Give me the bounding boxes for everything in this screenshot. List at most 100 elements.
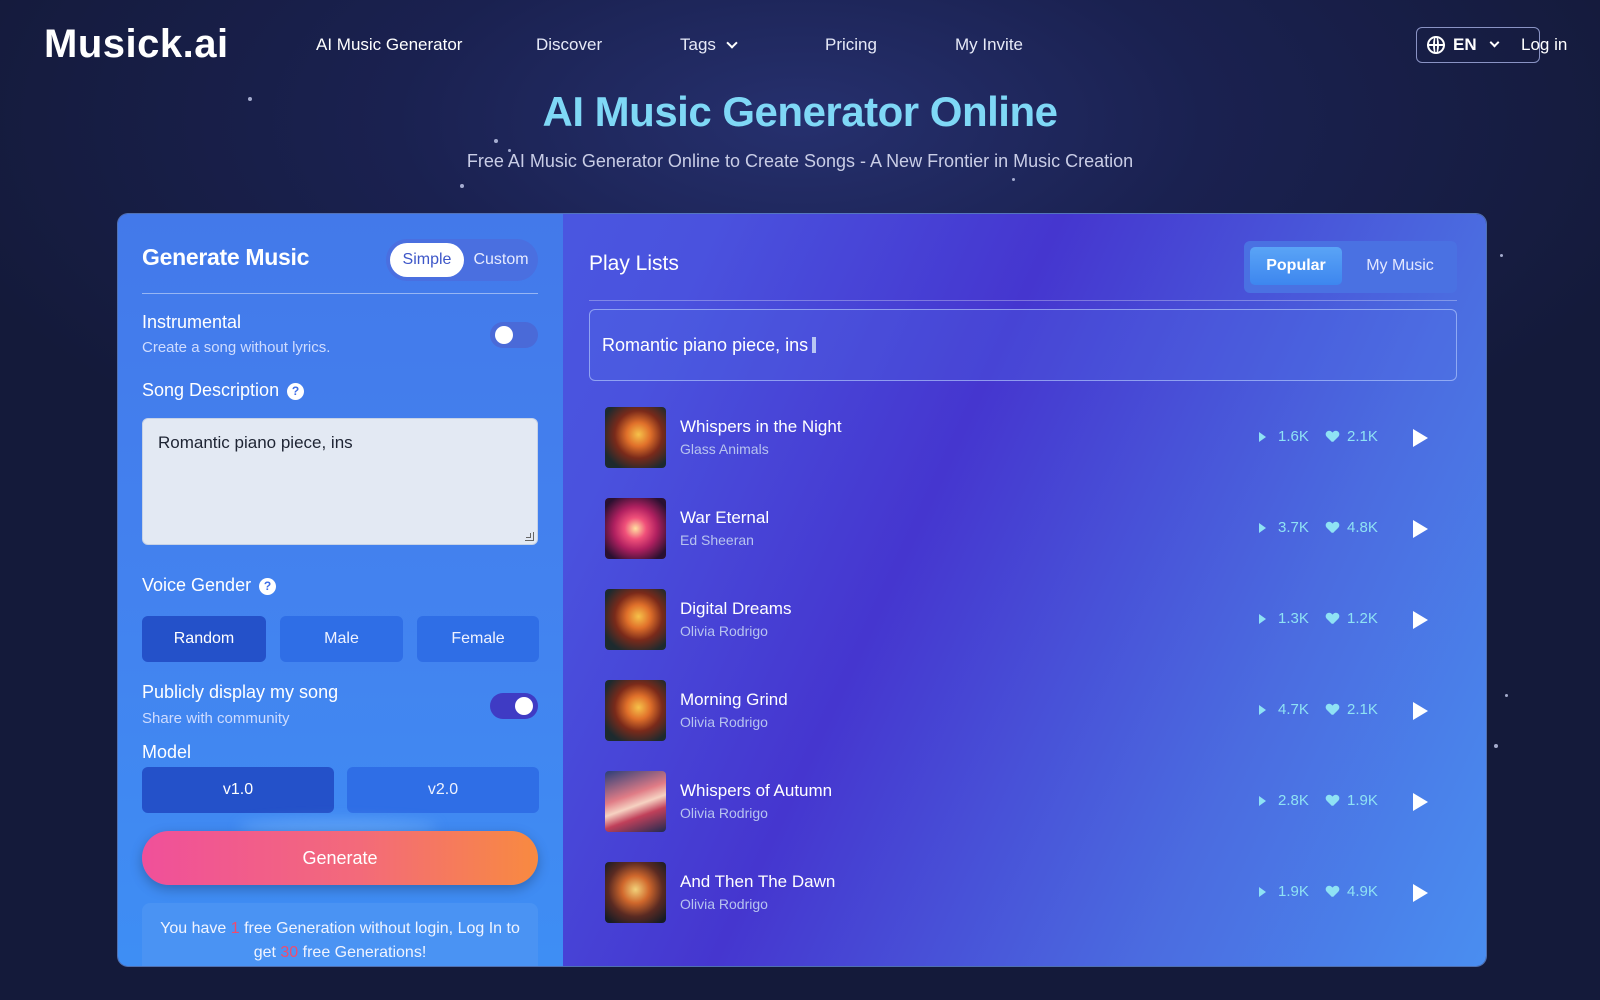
track-plays-value: 1.3K: [1278, 610, 1309, 627]
public-display-label: Publicly display my song: [142, 682, 339, 702]
track-plays: 1.3K: [1259, 610, 1309, 627]
play-count-icon: [1259, 431, 1266, 442]
track-artist: Olivia Rodrigo: [680, 805, 768, 821]
track-likes-value: 1.9K: [1347, 792, 1378, 809]
playlist-title: Play Lists: [589, 252, 679, 275]
track-likes-value: 2.1K: [1347, 701, 1378, 718]
playlist-tabs: Popular My Music: [1244, 241, 1457, 293]
track-plays-value: 1.9K: [1278, 883, 1309, 900]
track-row[interactable]: Whispers of Autumn Olivia Rodrigo 2.8K 1…: [605, 771, 1435, 833]
model-v1-button[interactable]: v1.0: [142, 767, 334, 813]
top-nav: Musick.ai AI Music Generator Discover Ta…: [0, 0, 1600, 90]
logo[interactable]: Musick.ai: [44, 22, 229, 67]
track-plays-value: 2.8K: [1278, 792, 1309, 809]
notice-text-3: free Generations!: [298, 944, 427, 961]
instrumental-label: Instrumental: [142, 312, 242, 332]
mode-simple-button[interactable]: Simple: [390, 243, 464, 277]
track-artist: Olivia Rodrigo: [680, 714, 768, 730]
play-icon[interactable]: [1413, 884, 1428, 902]
play-count-icon: [1259, 613, 1266, 624]
nav-link-tags[interactable]: Tags: [680, 35, 738, 55]
tab-popular[interactable]: Popular: [1250, 247, 1342, 285]
notice-count-login: 30: [280, 944, 299, 961]
page-title: AI Music Generator Online: [542, 88, 1058, 135]
track-likes-value: 1.2K: [1347, 610, 1378, 627]
play-icon[interactable]: [1413, 702, 1428, 720]
play-icon[interactable]: [1413, 793, 1428, 811]
song-description-value: Romantic piano piece, ins: [158, 433, 353, 452]
voice-female-button[interactable]: Female: [417, 616, 539, 662]
voice-gender-label: Voice Gender?: [142, 575, 277, 596]
track-row[interactable]: Morning Grind Olivia Rodrigo 4.7K 2.1K: [605, 680, 1435, 742]
track-artist: Olivia Rodrigo: [680, 623, 768, 639]
song-description-label-text: Song Description: [142, 380, 280, 400]
main-panel: Generate Music Simple Custom Instrumenta…: [118, 214, 1486, 966]
track-title[interactable]: Whispers in the Night: [680, 417, 842, 437]
star-decoration: [460, 184, 464, 188]
public-display-hint: Share with community: [142, 710, 290, 727]
instrumental-toggle[interactable]: [490, 322, 538, 348]
track-plays: 3.7K: [1259, 519, 1309, 536]
track-row[interactable]: And Then The Dawn Olivia Rodrigo 1.9K 4.…: [605, 862, 1435, 924]
star-decoration: [1494, 744, 1498, 748]
voice-male-button[interactable]: Male: [280, 616, 403, 662]
nav-link-discover[interactable]: Discover: [536, 35, 602, 55]
track-plays: 1.9K: [1259, 883, 1309, 900]
track-plays: 4.7K: [1259, 701, 1309, 718]
track-title[interactable]: War Eternal: [680, 508, 769, 528]
toggle-knob: [495, 326, 513, 344]
track-likes-value: 2.1K: [1347, 428, 1378, 445]
track-plays: 1.6K: [1259, 428, 1309, 445]
heart-icon: [1326, 704, 1339, 716]
play-count-icon: [1259, 886, 1266, 897]
chevron-down-icon: [1489, 37, 1500, 47]
play-icon[interactable]: [1413, 611, 1428, 629]
nav-link-pricing[interactable]: Pricing: [825, 35, 877, 55]
track-cover-image: [605, 862, 666, 923]
track-cover-image: [605, 680, 666, 741]
track-row[interactable]: Whispers in the Night Glass Animals 1.6K…: [605, 407, 1435, 469]
track-row[interactable]: War Eternal Ed Sheeran 3.7K 4.8K: [605, 498, 1435, 560]
play-icon[interactable]: [1413, 429, 1428, 447]
page-subtitle: Free AI Music Generator Online to Create…: [466, 151, 1134, 171]
tab-my-music[interactable]: My Music: [1348, 247, 1452, 285]
mode-custom-button[interactable]: Custom: [464, 243, 538, 277]
login-link[interactable]: Log in: [1521, 35, 1567, 55]
generate-button[interactable]: Generate: [142, 831, 538, 885]
track-plays-value: 1.6K: [1278, 428, 1309, 445]
public-display-toggle[interactable]: [490, 693, 538, 719]
globe-icon: [1427, 36, 1445, 54]
mode-toggle: Simple Custom: [386, 239, 538, 281]
help-icon[interactable]: ?: [259, 578, 277, 595]
track-artist: Olivia Rodrigo: [680, 896, 768, 912]
nav-link-my-invite[interactable]: My Invite: [955, 35, 1023, 55]
track-title[interactable]: Morning Grind: [680, 690, 788, 710]
track-plays-value: 3.7K: [1278, 519, 1309, 536]
track-artist: Glass Animals: [680, 441, 769, 457]
star-decoration: [494, 139, 498, 143]
track-title[interactable]: And Then The Dawn: [680, 872, 835, 892]
playlist-search-input[interactable]: Romantic piano piece, ins: [589, 309, 1457, 381]
track-cover-image: [605, 498, 666, 559]
heart-icon: [1326, 522, 1339, 534]
nav-link-ai-music-generator[interactable]: AI Music Generator: [316, 35, 462, 55]
help-icon[interactable]: ?: [287, 383, 305, 400]
resize-handle-icon[interactable]: [525, 532, 534, 541]
track-title[interactable]: Whispers of Autumn: [680, 781, 832, 801]
free-generation-notice: You have 1 free Generation without login…: [142, 903, 538, 966]
track-likes: 2.1K: [1326, 428, 1378, 445]
nav-link-tags-label: Tags: [680, 35, 716, 54]
star-decoration: [1012, 178, 1015, 181]
model-v2-button[interactable]: v2.0: [347, 767, 539, 813]
song-description-input[interactable]: Romantic piano piece, ins: [142, 418, 538, 545]
heart-icon: [1326, 613, 1339, 625]
track-likes-value: 4.9K: [1347, 883, 1378, 900]
generate-music-title: Generate Music: [142, 244, 310, 270]
heart-icon: [1326, 431, 1339, 443]
track-row[interactable]: Digital Dreams Olivia Rodrigo 1.3K 1.2K: [605, 589, 1435, 651]
voice-random-button[interactable]: Random: [142, 616, 266, 662]
track-likes: 4.8K: [1326, 519, 1378, 536]
track-title[interactable]: Digital Dreams: [680, 599, 791, 619]
play-count-icon: [1259, 522, 1266, 533]
play-icon[interactable]: [1413, 520, 1428, 538]
